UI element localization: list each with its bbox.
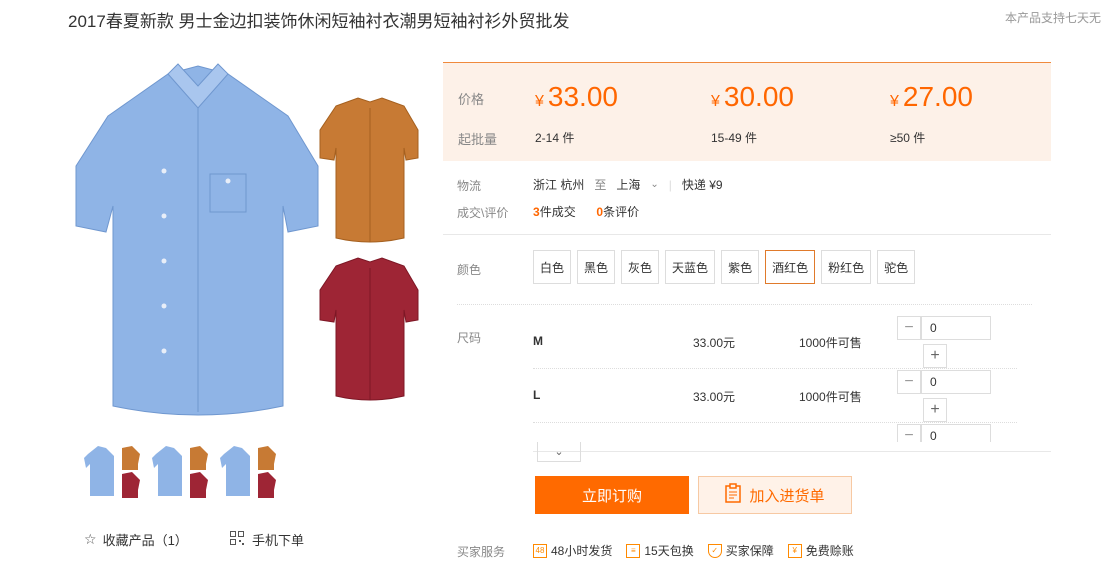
orange-shirt-image bbox=[319, 97, 419, 243]
add-to-cart-label: 加入进货单 bbox=[749, 487, 825, 505]
service-item[interactable]: ≡ 15天包换 bbox=[626, 542, 694, 559]
logistics-label: 物流 bbox=[457, 179, 482, 193]
decrement-button[interactable]: − bbox=[897, 424, 921, 442]
divider bbox=[443, 234, 1051, 235]
color-option[interactable]: 灰色 bbox=[621, 250, 660, 284]
quantity-input[interactable]: 0 bbox=[921, 316, 991, 340]
add-to-cart-button[interactable]: 加入进货单 bbox=[698, 476, 852, 514]
logistics-info: 浙江 杭州 至 上海 ⌄ | 快递 ¥9 bbox=[533, 176, 723, 193]
expand-sizes-button[interactable]: ⌄ bbox=[537, 442, 581, 462]
color-option[interactable]: 紫色 bbox=[721, 250, 760, 284]
mobile-order-label: 手机下单 bbox=[252, 533, 305, 548]
support-notice: 本产品支持七天无 bbox=[1004, 11, 1101, 25]
decrement-button[interactable]: − bbox=[897, 316, 921, 340]
favorite-product-link[interactable]: ☆ 收藏产品（1） bbox=[84, 530, 188, 549]
qty-tier-3: ≥50 件 bbox=[890, 131, 926, 145]
size-label: 尺码 bbox=[457, 331, 482, 345]
main-product-image[interactable] bbox=[68, 56, 428, 426]
quantity-input[interactable]: 0 bbox=[921, 370, 991, 394]
price-tier-1: ¥33.00 bbox=[535, 81, 618, 112]
increment-button[interactable]: + bbox=[923, 398, 947, 422]
services-label: 买家服务 bbox=[457, 545, 506, 559]
divider bbox=[533, 451, 1051, 452]
favorite-label: 收藏产品（1） bbox=[102, 533, 188, 548]
divider bbox=[457, 304, 1032, 305]
decrement-button[interactable]: − bbox=[897, 370, 921, 394]
shield-icon: ✓ bbox=[707, 543, 722, 558]
red-shirt-image bbox=[319, 257, 419, 401]
price-tier-3: ¥27.00 bbox=[890, 81, 973, 112]
size-row: − 0 bbox=[533, 424, 1017, 442]
thumbnail-strip bbox=[84, 442, 276, 500]
exchange-icon: ≡ bbox=[626, 543, 641, 558]
color-option[interactable]: 白色 bbox=[533, 250, 572, 284]
qty-tier-1: 2-14 件 bbox=[535, 131, 575, 145]
qr-code-icon bbox=[230, 531, 244, 548]
size-name: L bbox=[533, 388, 541, 402]
product-title: 2017春夏新款 男士金边扣装饰休闲短袖衬衣潮男短袖衬衫外贸批发 bbox=[68, 12, 570, 31]
service-item[interactable]: 48 48小时发货 bbox=[533, 542, 612, 559]
thumbnail-3[interactable] bbox=[220, 442, 276, 500]
ship-to-select[interactable]: 上海 ⌄ bbox=[616, 176, 658, 193]
service-item[interactable]: ✓ 买家保障 bbox=[707, 542, 774, 559]
size-row: M 33.00元 1000件可售 − 0 + bbox=[533, 316, 1017, 370]
divider bbox=[533, 368, 1017, 369]
buyer-services: 48 48小时发货 ≡ 15天包换 ✓ 买家保障 ¥ 免费赊账 bbox=[533, 542, 854, 559]
sold-count: 3 bbox=[533, 205, 540, 219]
divider bbox=[533, 422, 1017, 423]
thumbnail-1[interactable] bbox=[84, 442, 140, 500]
shipping-fee: 快递 ¥9 bbox=[681, 178, 723, 192]
ship-to: 上海 bbox=[616, 178, 641, 192]
size-row: L 33.00元 1000件可售 − 0 + bbox=[533, 370, 1017, 424]
mobile-order-link[interactable]: 手机下单 bbox=[230, 530, 304, 549]
color-option[interactable]: 驼色 bbox=[877, 250, 916, 284]
min-order-label: 起批量 bbox=[458, 132, 498, 147]
size-stock: 1000件可售 bbox=[799, 336, 862, 350]
thumbnail-2[interactable] bbox=[152, 442, 208, 500]
ship-from: 浙江 杭州 bbox=[533, 178, 585, 192]
color-label: 颜色 bbox=[457, 263, 482, 277]
price-tier-2: ¥30.00 bbox=[711, 81, 794, 112]
color-option-selected[interactable]: 酒红色 bbox=[765, 250, 816, 284]
color-option[interactable]: 粉红色 bbox=[821, 250, 872, 284]
color-option[interactable]: 天蓝色 bbox=[665, 250, 716, 284]
to-word: 至 bbox=[594, 178, 607, 192]
chevron-down-icon: ⌄ bbox=[650, 179, 659, 190]
deals-info: 3件成交 0条评价 bbox=[533, 205, 640, 219]
size-price: 33.00元 bbox=[693, 390, 736, 404]
service-item[interactable]: ¥ 免费赊账 bbox=[787, 542, 854, 559]
size-stock: 1000件可售 bbox=[799, 390, 862, 404]
size-price: 33.00元 bbox=[693, 336, 736, 350]
credit-icon: ¥ bbox=[787, 543, 802, 558]
star-icon: ☆ bbox=[84, 531, 97, 547]
price-panel: 价格 起批量 ¥33.00 ¥30.00 ¥27.00 2-14 件 15-49… bbox=[443, 62, 1051, 161]
clipboard-icon bbox=[725, 483, 742, 507]
size-name: M bbox=[533, 334, 543, 348]
shipping-48h-icon: 48 bbox=[533, 543, 547, 558]
price-label: 价格 bbox=[458, 92, 485, 107]
color-option[interactable]: 黑色 bbox=[577, 250, 616, 284]
quantity-input[interactable]: 0 bbox=[921, 424, 991, 442]
qty-tier-2: 15-49 件 bbox=[711, 131, 758, 145]
increment-button[interactable]: + bbox=[923, 344, 947, 368]
chevron-down-icon: ⌄ bbox=[554, 446, 564, 458]
deals-label: 成交\评价 bbox=[457, 206, 509, 220]
buy-now-button[interactable]: 立即订购 bbox=[535, 476, 689, 514]
color-options: 白色 黑色 灰色 天蓝色 紫色 酒红色 粉红色 驼色 bbox=[533, 250, 916, 284]
blue-shirt-image bbox=[75, 63, 319, 416]
